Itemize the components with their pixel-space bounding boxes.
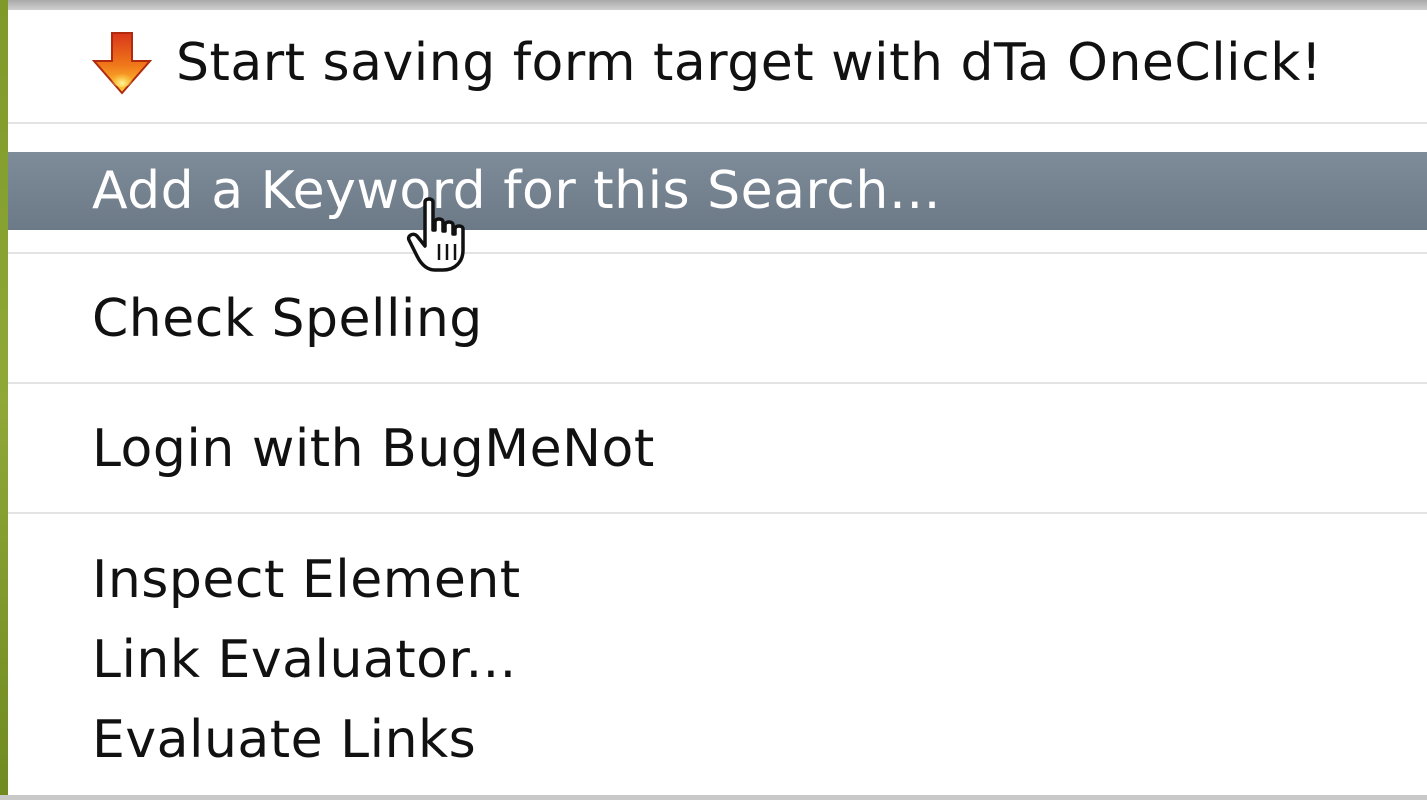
- screenshot-root: Start saving form target with dTa OneCli…: [0, 0, 1427, 800]
- menu-item-label: Link Evaluator...: [92, 630, 517, 690]
- menu-item-add-keyword[interactable]: Add a Keyword for this Search…: [8, 152, 1427, 230]
- background-window-edge: [0, 0, 8, 800]
- menu-item-inspect-element[interactable]: Inspect Element: [8, 540, 1427, 620]
- menu-item-label: Inspect Element: [92, 550, 521, 610]
- menu-bottom-edge: [0, 795, 1427, 800]
- menu-item-dta-oneclick[interactable]: Start saving form target with dTa OneCli…: [8, 22, 1427, 104]
- context-menu: Start saving form target with dTa OneCli…: [8, 10, 1427, 795]
- menu-item-evaluate-links[interactable]: Evaluate Links: [8, 700, 1427, 780]
- dta-oneclick-icon: [90, 31, 154, 95]
- menu-item-label: Evaluate Links: [92, 710, 477, 770]
- window-top-edge: [0, 0, 1427, 10]
- menu-item-label: Add a Keyword for this Search…: [92, 161, 942, 221]
- menu-item-label: Start saving form target with dTa OneCli…: [176, 33, 1323, 93]
- menu-separator: [8, 512, 1427, 514]
- menu-separator: [8, 122, 1427, 124]
- menu-item-login-bugmenot[interactable]: Login with BugMeNot: [8, 408, 1427, 490]
- menu-item-link-evaluator[interactable]: Link Evaluator...: [8, 620, 1427, 700]
- menu-separator: [8, 382, 1427, 384]
- menu-item-label: Login with BugMeNot: [92, 419, 655, 479]
- menu-item-label: Check Spelling: [92, 289, 483, 349]
- menu-item-check-spelling[interactable]: Check Spelling: [8, 278, 1427, 360]
- menu-separator: [8, 252, 1427, 254]
